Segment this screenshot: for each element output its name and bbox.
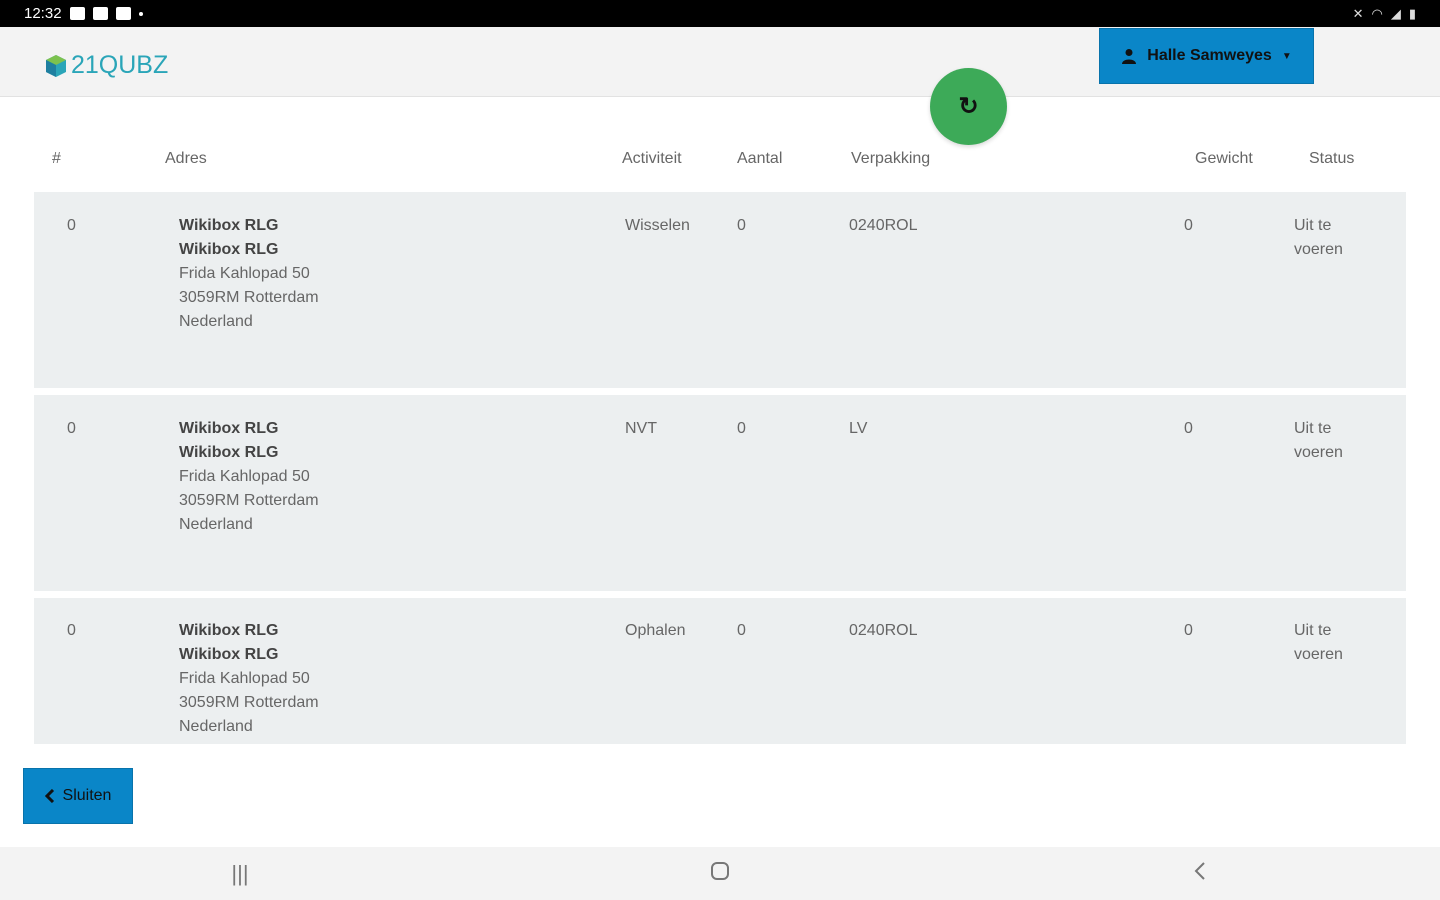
address-name-2: Wikibox RLG — [179, 241, 279, 258]
chevron-down-icon: ▼ — [1281, 50, 1292, 62]
table-row[interactable]: 0 Wikibox RLG Wikibox RLG Frida Kahlopad… — [34, 192, 1406, 388]
table-row[interactable]: 0 Wikibox RLG Wikibox RLG Frida Kahlopad… — [34, 395, 1406, 591]
column-header-number: # — [52, 150, 61, 167]
app-header: 21QUBZ Halle Samweyes ▼ — [0, 27, 1440, 97]
address-city: 3059RM Rotterdam — [179, 694, 319, 711]
table-row[interactable]: 0 Wikibox RLG Wikibox RLG Frida Kahlopad… — [34, 598, 1406, 744]
address-city: 3059RM Rotterdam — [179, 289, 319, 306]
address-street: Frida Kahlopad 50 — [179, 670, 310, 687]
column-header-status: Status — [1309, 150, 1355, 167]
row-packaging: 0240ROL — [849, 622, 918, 639]
column-header-weight: Gewicht — [1195, 150, 1253, 167]
row-count: 0 — [737, 622, 746, 639]
row-weight: 0 — [1184, 217, 1193, 234]
address-name: Wikibox RLG — [179, 420, 279, 437]
logo-text: 21QUBZ — [71, 51, 169, 79]
row-status: Uit te voeren — [1294, 619, 1343, 667]
row-packaging: 0240ROL — [849, 217, 918, 234]
signal-icon: ◢ — [1390, 5, 1401, 21]
home-icon[interactable] — [690, 861, 750, 887]
close-label: Sluiten — [62, 787, 112, 804]
address-city: 3059RM Rotterdam — [179, 492, 319, 509]
address-country: Nederland — [179, 313, 253, 330]
address-name: Wikibox RLG — [179, 622, 279, 639]
address-name: Wikibox RLG — [179, 217, 279, 234]
user-name: Halle Samweyes — [1147, 47, 1272, 64]
message-notification-icon — [92, 7, 108, 20]
row-address: Wikibox RLG Wikibox RLG Frida Kahlopad 5… — [179, 619, 319, 739]
chevron-left-icon — [44, 789, 54, 803]
wifi-icon: ◠ — [1371, 5, 1383, 21]
row-weight: 0 — [1184, 622, 1193, 639]
row-activity: Wisselen — [625, 217, 690, 234]
row-activity: Ophalen — [625, 622, 686, 639]
recents-icon[interactable]: ||| — [210, 861, 270, 887]
address-name-2: Wikibox RLG — [179, 444, 279, 461]
refresh-icon: ↻ — [958, 93, 979, 120]
column-header-activity: Activiteit — [622, 150, 682, 167]
brand-logo[interactable]: 21QUBZ — [44, 51, 168, 80]
row-number: 0 — [67, 420, 76, 437]
address-country: Nederland — [179, 718, 253, 735]
mute-icon: ✕ — [1352, 5, 1364, 21]
system-navigation-bar: ||| — [0, 847, 1440, 900]
row-number: 0 — [67, 217, 76, 234]
status-line-2: voeren — [1294, 241, 1343, 258]
row-count: 0 — [737, 217, 746, 234]
status-line-1: Uit te — [1294, 420, 1332, 437]
row-weight: 0 — [1184, 420, 1193, 437]
column-header-packaging: Verpakking — [851, 150, 931, 167]
row-address: Wikibox RLG Wikibox RLG Frida Kahlopad 5… — [179, 214, 319, 334]
back-icon[interactable] — [1170, 861, 1230, 887]
user-icon — [1122, 49, 1137, 64]
status-line-1: Uit te — [1294, 217, 1332, 234]
address-street: Frida Kahlopad 50 — [179, 468, 310, 485]
row-address: Wikibox RLG Wikibox RLG Frida Kahlopad 5… — [179, 417, 319, 537]
status-line-2: voeren — [1294, 444, 1343, 461]
address-country: Nederland — [179, 516, 253, 533]
close-button[interactable]: Sluiten — [23, 768, 133, 824]
battery-icon: ▮ — [1408, 5, 1416, 21]
cube-logo-icon — [46, 54, 66, 77]
address-street: Frida Kahlopad 50 — [179, 265, 310, 282]
status-line-1: Uit te — [1294, 622, 1332, 639]
row-number: 0 — [67, 622, 76, 639]
system-status-bar: 12:32 ✕ ◠ ◢ ▮ — [0, 0, 1440, 27]
row-packaging: LV — [849, 420, 868, 437]
column-header-address: Adres — [165, 150, 207, 167]
row-status: Uit te voeren — [1294, 417, 1343, 465]
refresh-button[interactable]: ↻ — [930, 68, 1007, 145]
row-count: 0 — [737, 420, 746, 437]
status-line-2: voeren — [1294, 646, 1343, 663]
column-header-count: Aantal — [737, 150, 783, 167]
photo-notification-icon — [115, 7, 131, 20]
more-notifications-icon — [138, 11, 143, 16]
clock: 12:32 — [24, 5, 62, 22]
gallery-notification-icon — [69, 7, 85, 20]
row-status: Uit te voeren — [1294, 214, 1343, 262]
address-name-2: Wikibox RLG — [179, 646, 279, 663]
row-activity: NVT — [625, 420, 657, 437]
user-menu-button[interactable]: Halle Samweyes ▼ — [1099, 28, 1314, 84]
